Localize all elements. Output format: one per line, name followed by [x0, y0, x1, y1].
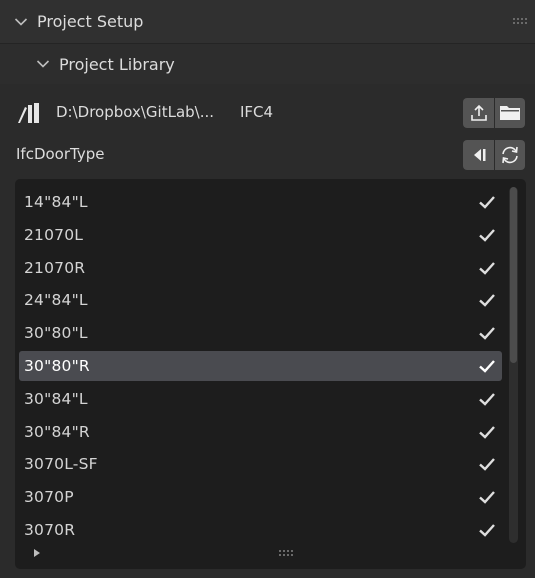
type-buttons — [463, 140, 525, 170]
library-schema: IFC4 — [240, 103, 274, 121]
list-item[interactable]: 30"84"L — [19, 384, 502, 414]
export-button[interactable] — [463, 98, 494, 128]
export-icon — [470, 104, 487, 121]
checkmark-icon[interactable] — [478, 488, 496, 506]
subpanel-title: Project Library — [59, 54, 175, 74]
checkmark-icon[interactable] — [478, 291, 496, 309]
list-item[interactable]: 14"84"L — [19, 187, 502, 217]
library-buttons — [463, 98, 525, 128]
list-item-name: 21070L — [24, 225, 84, 244]
list-scrollbar[interactable] — [509, 187, 518, 543]
library-path: D:\Dropbox\GitLab\... — [56, 103, 215, 121]
list-item[interactable]: 30"84"R — [19, 417, 502, 447]
list-item-name: 30"84"L — [24, 389, 88, 408]
refresh-icon — [502, 146, 518, 164]
checkmark-icon[interactable] — [478, 259, 496, 277]
list-item[interactable]: 24"84"L — [19, 285, 502, 315]
list-item-name: 30"80"R — [24, 357, 90, 375]
checkmark-icon[interactable] — [478, 390, 496, 408]
ifc-type-label: IfcDoorType — [16, 145, 105, 163]
list-resize-grip-icon[interactable] — [277, 549, 297, 557]
checkmark-icon[interactable] — [478, 324, 496, 342]
checkmark-icon[interactable] — [478, 521, 496, 539]
chevron-down-icon[interactable] — [34, 55, 52, 73]
list-item-name: 24"84"L — [24, 291, 88, 310]
project-setup-panel: Project Setup Project Library D:\Dropbox… — [0, 0, 535, 578]
chevron-down-icon[interactable] — [12, 13, 30, 31]
refresh-button[interactable] — [494, 140, 525, 170]
list-item[interactable]: 3070L-SF — [19, 449, 502, 479]
list-item[interactable]: 3070R — [19, 515, 502, 545]
list-item[interactable]: 30"80"L — [19, 318, 502, 348]
library-icon — [18, 103, 39, 123]
back-icon — [473, 149, 485, 161]
type-row: IfcDoorType — [0, 136, 535, 174]
door-type-list[interactable]: 14"84"L 21070L 21070R 24"84"L 30"80"L 30"80"R… — [15, 179, 526, 569]
checkmark-icon[interactable] — [478, 455, 496, 473]
drag-grip-icon[interactable] — [513, 17, 529, 25]
expand-arrow-icon[interactable] — [31, 547, 43, 559]
back-button[interactable] — [463, 140, 494, 170]
list-item-name: 3070P — [24, 488, 74, 507]
folder-icon — [500, 106, 520, 120]
list-item-name: 3070R — [24, 521, 76, 539]
checkmark-icon[interactable] — [478, 357, 496, 375]
checkmark-icon[interactable] — [478, 226, 496, 244]
library-row: D:\Dropbox\GitLab\... IFC4 — [0, 94, 535, 132]
panel-title: Project Setup — [37, 12, 144, 31]
list-item[interactable]: 21070L — [19, 220, 502, 250]
checkmark-icon[interactable] — [478, 423, 496, 441]
list-item[interactable]: 3070P — [19, 482, 502, 512]
checkmark-icon[interactable] — [478, 193, 496, 211]
list-item-name: 30"84"R — [24, 422, 90, 441]
panel-header[interactable]: Project Setup — [0, 0, 535, 44]
list-item-name: 3070L-SF — [24, 455, 98, 474]
scrollbar-thumb[interactable] — [510, 187, 517, 363]
list-item[interactable]: 21070R — [19, 253, 502, 283]
list-item-name: 14"84"L — [24, 193, 88, 211]
list-item-name: 21070R — [24, 258, 86, 277]
list-item[interactable]: 30"80"R — [19, 351, 502, 381]
list-item-name: 30"80"L — [24, 324, 88, 343]
open-folder-button[interactable] — [494, 98, 525, 128]
subpanel-header[interactable]: Project Library — [0, 44, 535, 84]
